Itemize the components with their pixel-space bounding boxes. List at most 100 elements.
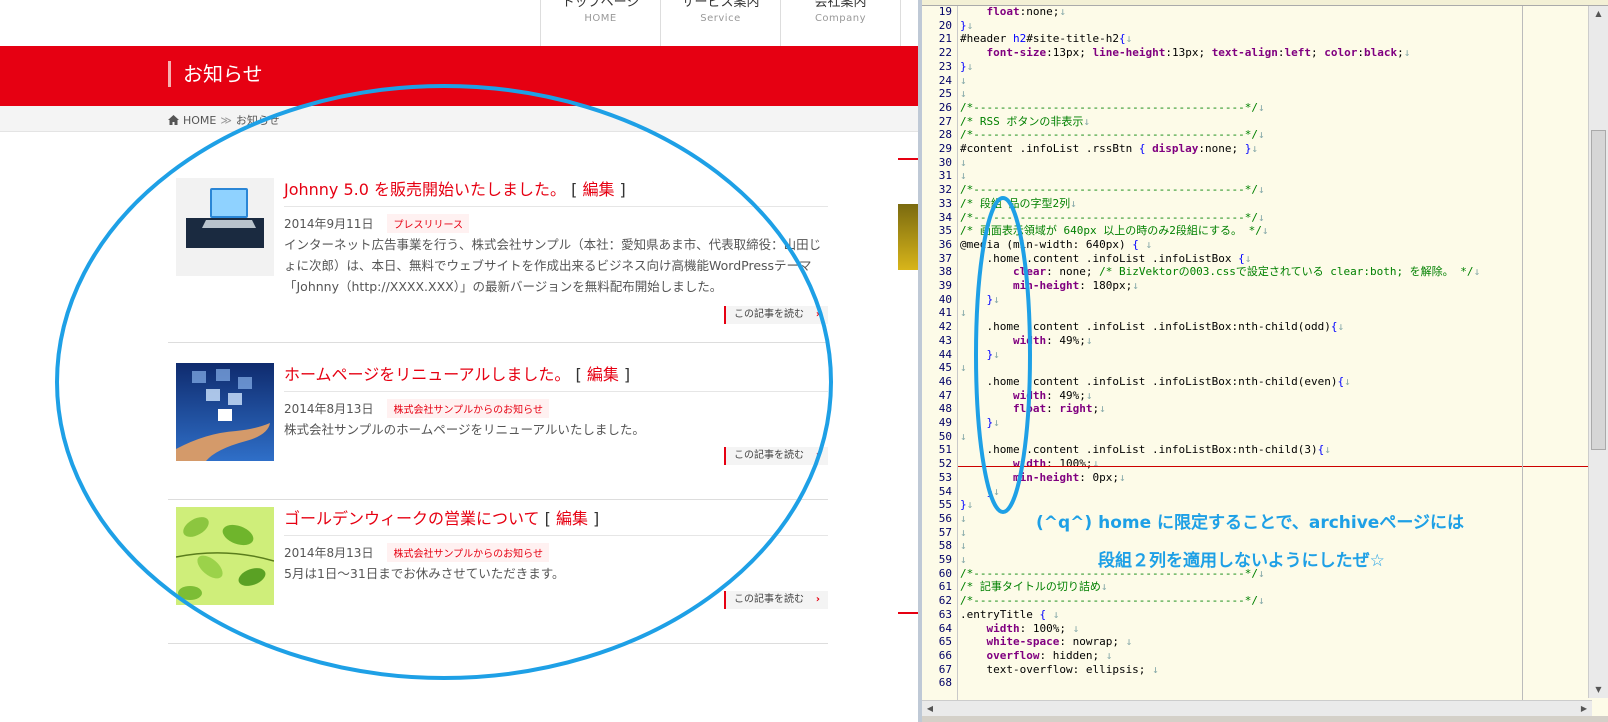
read-more-button[interactable]: この記事を読む › [724,591,828,609]
cursor-line [958,466,1588,467]
code-token: .entryTitle [960,607,1040,621]
line-number: 67 [938,662,952,676]
annotation-line-2: 段組２列を適用しないようにしたぜ☆ [1098,551,1385,571]
nav-item[interactable]: 会社案内 Company [780,0,900,46]
code-token: ↓ [1258,128,1265,142]
code-token: ; [1311,46,1325,60]
code-token: ↓ [1125,635,1133,649]
code-line: .home .content .infoList .infoListBox:nt… [960,375,1350,389]
entry-edit-link[interactable]: 編集 [556,509,588,528]
code-token: /*--------------------------------------… [960,594,1259,608]
entry-title-link[interactable]: ホームページをリニューアルしました。 [284,365,570,384]
nav-item[interactable]: トップページ HOME [540,0,660,46]
entry-edit-link[interactable]: 編集 [582,180,614,199]
code-token: : 100%; [1019,621,1073,635]
code-token: /* 段組 品の字型2列 [960,196,1071,210]
entry-category-badge[interactable]: プレスリリース [387,214,469,233]
code-token: ↓ [1105,648,1113,662]
code-token: ; [1397,46,1404,60]
code-line: ↓ [960,430,967,444]
scroll-right-icon[interactable]: ▶ [1576,701,1592,717]
global-nav: トップページ HOME サービス案内 Service 会社案内 Company おInfo [540,0,920,46]
code-token: ↓ [1125,32,1133,46]
bracket-open: [ [570,365,587,384]
code-token: { [1330,320,1338,334]
entry-thumbnail[interactable] [176,178,274,276]
entry-title-link[interactable]: Johnny 5.0 を販売開始いたしました。 [284,180,566,199]
read-more-button[interactable]: この記事を読む › [724,306,828,324]
code-line: .home .content .infoList .infoListBox:nt… [960,443,1331,457]
line-number: 35 [938,224,952,238]
scroll-left-icon[interactable]: ◀ [922,701,938,717]
code-token: ↓ [1244,251,1252,265]
code-token: :none; [1198,142,1245,155]
entry-title-link[interactable]: ゴールデンウィークの営業について [284,509,540,528]
code-token: ↓ [1258,210,1265,224]
line-number: 21 [938,32,952,46]
nav-item[interactable]: おInfo [900,0,920,46]
code-token: :13px; [1046,46,1093,60]
code-line: ↓ [960,361,967,375]
code-line: }↓ [960,293,1000,307]
code-token: ↓ [966,59,974,73]
entry-edit-link[interactable]: 編集 [587,365,619,384]
entry-category-badge[interactable]: 株式会社サンプルからのお知らせ [387,399,549,418]
code-token: ↓ [1092,457,1100,471]
nav-item-label: 会社案内 [814,0,867,10]
entry-meta: 2014年9月11日 プレスリリース [284,214,469,233]
horizontal-scrollbar[interactable]: ◀ ▶ [922,700,1592,716]
line-number: 36 [938,237,952,251]
code-token: .home .content .infoList .infoListBox:nt… [960,320,1331,334]
code-token: : 49%; [1046,388,1086,402]
code-line: ↓ [960,526,967,540]
entry-thumbnail[interactable] [176,363,274,461]
sidebar-edge [898,158,920,160]
code-token: ↓ [1473,265,1481,279]
code-token: text-align [1211,46,1278,60]
line-number: 30 [938,155,952,169]
line-number: 31 [938,169,952,183]
read-more-button[interactable]: この記事を読む › [724,447,828,465]
entry-category-badge[interactable]: 株式会社サンプルからのお知らせ [387,543,549,562]
code-token: ↓ [966,498,974,512]
code-token: .home .content .infoList .infoListBox:nt… [960,443,1318,457]
annotation-line-1: (^q^) home に限定することで、archiveページには [1036,513,1465,533]
code-token: ↓ [1132,279,1139,292]
entry-meta: 2014年8月13日 株式会社サンプルからのお知らせ [284,543,549,562]
vertical-scrollbar[interactable]: ▲ ▼ [1588,6,1608,698]
breadcrumb-home-link[interactable]: HOME [183,114,216,127]
line-number: 66 [938,648,952,662]
code-token: ↓ [960,511,967,525]
entry-item: ホームページをリニューアルしました。 [ 編集 ] 2014年8月13日 株式会社サ… [168,355,828,499]
code-token: /*--------------------------------------… [960,183,1259,197]
line-number: 44 [938,347,952,361]
code-token: ↓ [960,539,967,553]
code-token: line-height [1092,46,1166,60]
line-number: 40 [938,292,952,306]
nav-item[interactable]: サービス案内 Service [660,0,780,46]
code-line: /*--------------------------------------… [960,594,1265,608]
code-line: width: 49%;↓ [960,388,1093,403]
scroll-up-icon[interactable]: ▲ [1589,6,1608,22]
code-token: ↓ [1324,443,1331,457]
code-line: }↓ [960,348,1000,362]
entry-title: ホームページをリニューアルしました。 [ 編集 ] [284,361,828,392]
line-number: 25 [938,87,952,101]
read-more-label: この記事を読む [734,594,804,605]
code-token: /*--------------------------------------… [960,100,1259,114]
code-line: overflow: hidden; ↓ [960,648,1113,663]
code-line: /* 段組 品の字型2列↓ [960,197,1077,211]
entry-thumbnail[interactable] [176,507,274,605]
nav-item-label: トップページ [561,0,640,10]
code-token: ↓ [960,525,967,539]
code-token: } [960,498,967,512]
scrollbar-thumb[interactable] [1591,130,1606,450]
scroll-down-icon[interactable]: ▼ [1589,682,1608,698]
code-token: ↓ [1085,388,1093,402]
code-token: black [1364,46,1398,60]
code-token: : 0px; [1079,470,1119,484]
